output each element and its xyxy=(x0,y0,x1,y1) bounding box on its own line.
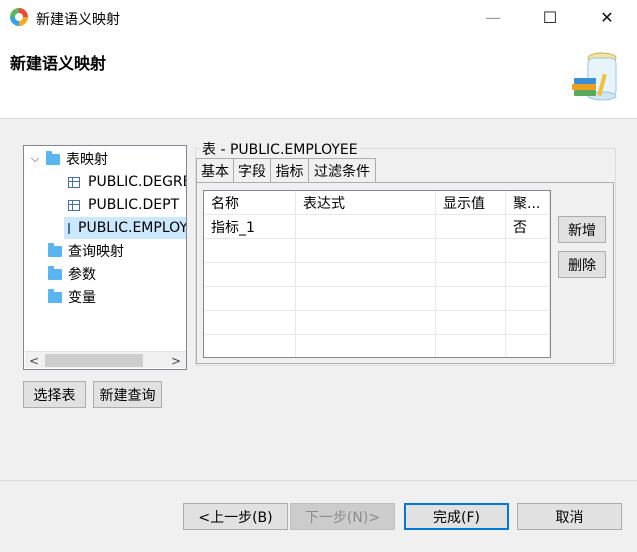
new-query-button[interactable]: 新建查询 xyxy=(93,381,162,408)
table-cell[interactable]: 指标_1 xyxy=(204,215,296,239)
scroll-left-icon[interactable]: < xyxy=(27,352,41,369)
tree-node-table[interactable]: PUBLIC.DEGREE xyxy=(68,171,186,193)
table-cell[interactable] xyxy=(204,311,296,335)
table-cell[interactable] xyxy=(506,287,550,311)
delete-button[interactable]: 删除 xyxy=(558,251,606,278)
select-table-button[interactable]: 选择表 xyxy=(23,381,86,408)
tree-node-query-mapping[interactable]: 查询映射 xyxy=(48,240,124,262)
database-jar-icon xyxy=(572,52,617,101)
metrics-table[interactable]: 名称 表达式 显示值 聚... 指标_1 否 xyxy=(203,190,551,358)
tree-node-parameters[interactable]: 参数 xyxy=(48,263,96,285)
folder-icon xyxy=(48,288,62,303)
horizontal-scrollbar[interactable]: < > xyxy=(25,351,186,369)
tree-node-table-mapping[interactable]: ⌵ 表映射 xyxy=(28,148,108,170)
page-title: 新建语义映射 xyxy=(10,54,107,73)
chevron-down-icon[interactable]: ⌵ xyxy=(28,152,42,166)
folder-icon xyxy=(48,265,62,280)
column-header[interactable]: 聚... xyxy=(506,191,550,215)
tree-node-variables[interactable]: 变量 xyxy=(48,286,96,308)
table-cell[interactable] xyxy=(296,239,436,263)
table-cell[interactable] xyxy=(436,239,506,263)
table-cell[interactable] xyxy=(204,239,296,263)
table-cell[interactable] xyxy=(204,287,296,311)
add-button[interactable]: 新增 xyxy=(558,216,606,243)
app-logo-icon xyxy=(10,8,28,26)
tree-node-label: PUBLIC.EMPLOYEE xyxy=(78,220,187,236)
table-cell[interactable] xyxy=(436,287,506,311)
tab-basic[interactable]: 基本 xyxy=(196,158,234,182)
wizard-header xyxy=(0,34,637,119)
tree-node-label: 变量 xyxy=(68,290,96,306)
tab-fields[interactable]: 字段 xyxy=(233,158,271,182)
scrollbar-thumb[interactable] xyxy=(45,354,143,367)
tree-node-label: PUBLIC.DEPT xyxy=(88,197,180,213)
table-cell[interactable] xyxy=(436,263,506,287)
table-cell[interactable] xyxy=(506,311,550,335)
tree-node-label: 参数 xyxy=(68,267,96,283)
cancel-button[interactable]: 取消 xyxy=(517,503,622,530)
table-cell[interactable] xyxy=(506,335,550,357)
table-icon xyxy=(68,176,80,188)
table-icon xyxy=(68,199,80,211)
folder-icon xyxy=(48,242,62,257)
previous-button[interactable]: <上一步(B) xyxy=(183,503,288,530)
table-cell[interactable]: 否 xyxy=(506,215,550,239)
window-title: 新建语义映射 xyxy=(36,12,120,28)
column-header[interactable]: 表达式 xyxy=(296,191,436,215)
table-cell[interactable] xyxy=(204,263,296,287)
tree-node-label: 表映射 xyxy=(66,152,108,168)
tree-node-label: PUBLIC.DEGREE xyxy=(88,174,186,190)
footer-divider xyxy=(0,480,637,481)
tree-node-table[interactable]: PUBLIC.DEPT xyxy=(68,194,179,216)
table-cell[interactable] xyxy=(436,311,506,335)
folder-open-icon xyxy=(46,150,60,165)
table-cell[interactable] xyxy=(296,311,436,335)
table-cell[interactable] xyxy=(204,335,296,357)
tab-filter-conditions[interactable]: 过滤条件 xyxy=(308,158,376,182)
tab-metrics[interactable]: 指标 xyxy=(270,158,309,182)
table-cell[interactable] xyxy=(296,287,436,311)
tree-node-label: 查询映射 xyxy=(68,244,124,260)
table-cell[interactable] xyxy=(506,239,550,263)
mapping-tree[interactable]: ⌵ 表映射 PUBLIC.DEGREE PUBLIC.DEPT PUBLIC.E… xyxy=(23,145,187,370)
table-cell[interactable] xyxy=(436,335,506,357)
finish-button[interactable]: 完成(F) xyxy=(404,503,509,530)
table-cell[interactable] xyxy=(506,263,550,287)
close-button[interactable]: ✕ xyxy=(584,0,630,34)
table-cell[interactable] xyxy=(296,215,436,239)
tree-node-table-selected[interactable]: PUBLIC.EMPLOYEE xyxy=(64,217,187,239)
column-header[interactable]: 显示值 xyxy=(436,191,506,215)
table-cell[interactable] xyxy=(296,335,436,357)
group-label: 表 - PUBLIC.EMPLOYEE xyxy=(200,139,360,159)
maximize-button[interactable]: ☐ xyxy=(527,0,573,34)
minimize-button[interactable]: — xyxy=(470,0,516,34)
table-icon xyxy=(68,222,70,234)
scroll-right-icon[interactable]: > xyxy=(169,352,183,369)
table-cell[interactable] xyxy=(436,215,506,239)
table-cell[interactable] xyxy=(296,263,436,287)
column-header[interactable]: 名称 xyxy=(204,191,296,215)
next-button[interactable]: 下一步(N)> xyxy=(290,503,395,530)
